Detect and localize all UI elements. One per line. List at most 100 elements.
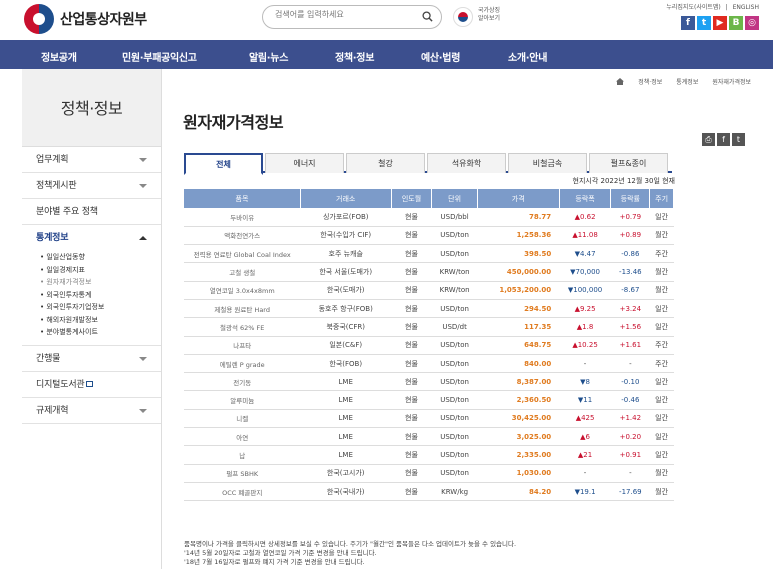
price-cell[interactable]: 2,360.50 xyxy=(477,390,560,410)
twitter-share-icon[interactable]: t xyxy=(732,133,745,146)
price-table-body: 두바이유 싱가포르(FOB) 현물 USD/bbl 78.77 ▲0.62 +0.79 일간 액… xyxy=(184,208,674,502)
blog-icon[interactable]: B xyxy=(729,16,743,30)
price-cell[interactable]: 1,053,200.00 xyxy=(477,281,560,300)
submenu-item-raw-material-prices[interactable]: 원자재가격정보 xyxy=(40,276,161,289)
table-row: 제철용 원료탄 Hard 동호주 항구(FOB) 현물 USD/ton 294.50 ▲9… xyxy=(184,299,674,319)
youtube-icon[interactable]: ▶ xyxy=(713,16,727,30)
delivery-cell: 현물 xyxy=(391,336,432,355)
item-name-cell[interactable]: 전력용 연료탄 Global Coal Index xyxy=(184,244,301,264)
item-name-cell[interactable]: 니켈 xyxy=(184,409,301,429)
submenu-item-stat-sites[interactable]: 분야별통계사이트 xyxy=(40,326,161,339)
delivery-cell: 현물 xyxy=(391,445,432,465)
breadcrumb-item[interactable]: 정책·정보 xyxy=(638,77,662,86)
price-cell[interactable]: 398.50 xyxy=(477,244,560,264)
instagram-icon[interactable]: ◎ xyxy=(745,16,759,30)
tab-nonferrous-metals[interactable]: 비철금속 xyxy=(508,153,587,173)
unit-cell: USD/ton xyxy=(431,427,478,447)
price-cell[interactable]: 294.50 xyxy=(477,299,560,319)
site-logo[interactable]: 산업통상자원부 xyxy=(24,4,147,34)
tab-steel[interactable]: 철강 xyxy=(346,153,425,173)
item-name-cell[interactable]: 전기동 xyxy=(184,372,301,392)
tab-pulp-paper[interactable]: 펄프&종이 xyxy=(589,153,668,173)
home-icon[interactable] xyxy=(616,78,625,85)
change-cell: ▲11.08 xyxy=(559,226,611,246)
facebook-icon[interactable]: f xyxy=(681,16,695,30)
price-cell[interactable]: 2,335.00 xyxy=(477,445,560,465)
item-name-cell[interactable]: 고철 생철 xyxy=(184,262,301,282)
submenu-item-foreign-investment-firms[interactable]: 외국인투자기업정보 xyxy=(40,301,161,314)
change-cell: ▲0.62 xyxy=(559,208,611,227)
period-cell: 일간 xyxy=(649,372,674,392)
national-flag-icon[interactable] xyxy=(453,7,473,27)
delivery-cell: 현물 xyxy=(391,226,432,246)
item-name-cell[interactable]: 열연코일 3.0x4x8mm xyxy=(184,281,301,300)
sidebar-item-publications[interactable]: 간행물 xyxy=(22,346,161,372)
period-cell: 월간 xyxy=(649,482,674,502)
nav-item-news[interactable]: 알림·뉴스 xyxy=(249,49,288,64)
item-name-cell[interactable]: 제철용 원료탄 Hard xyxy=(184,299,301,319)
price-cell[interactable]: 78.77 xyxy=(477,208,560,227)
english-link[interactable]: ENGLISH xyxy=(733,4,759,11)
twitter-icon[interactable]: t xyxy=(697,16,711,30)
price-cell[interactable]: 117.35 xyxy=(477,317,560,337)
table-row: 전력용 연료탄 Global Coal Index 호주 뉴캐슬 현물 USD/ton… xyxy=(184,244,674,264)
item-name-cell[interactable]: 나프타 xyxy=(184,336,301,355)
print-icon[interactable]: ⎙ xyxy=(702,133,715,146)
search-icon[interactable] xyxy=(422,11,433,22)
table-row: 전기동 LME 현물 USD/ton 8,387.00 ▼8 -0.10 일간 xyxy=(184,372,674,392)
price-cell[interactable]: 450,000.00 xyxy=(477,262,560,282)
item-name-cell[interactable]: 철광석 62% FE xyxy=(184,317,301,337)
site-header: 산업통상자원부 국가상징 알아보기 누리집지도(사이트맵) | ENGLISH … xyxy=(0,0,773,40)
breadcrumb-item[interactable]: 통계정보 xyxy=(676,77,698,86)
price-cell[interactable]: 3,025.00 xyxy=(477,427,560,447)
search-input[interactable] xyxy=(275,10,415,19)
sidebar-item-key-policies[interactable]: 분야별 주요 정책 xyxy=(22,199,161,225)
price-cell[interactable]: 30,425.00 xyxy=(477,409,560,429)
change-cell: - xyxy=(559,354,611,374)
rate-cell: +1.56 xyxy=(610,317,650,337)
item-name-cell[interactable]: OCC 폐골판지 xyxy=(184,482,301,502)
table-row: 나프타 일본(C&F) 현물 USD/ton 648.75 ▲10.25 +1.61 주간 xyxy=(184,336,674,355)
national-symbol-link[interactable]: 국가상징 알아보기 xyxy=(478,7,500,23)
sidebar-item-digital-library[interactable]: 디지털도서관 xyxy=(22,372,161,398)
item-name-cell[interactable]: 아연 xyxy=(184,427,301,447)
period-cell: 주간 xyxy=(649,336,674,355)
rate-cell: +0.89 xyxy=(610,226,650,246)
item-name-cell[interactable]: 두바이유 xyxy=(184,208,301,227)
nav-item-disclosure[interactable]: 정보공개 xyxy=(41,49,77,64)
item-name-cell[interactable]: 펄프 SBHK xyxy=(184,464,301,483)
nav-item-petition[interactable]: 민원·부패공익신고 xyxy=(122,49,197,64)
item-name-cell[interactable]: 액화천연가스 xyxy=(184,226,301,246)
sidebar-item-work-plan[interactable]: 업무계획 xyxy=(22,147,161,173)
submenu-item-daily-industry[interactable]: 일일산업동향 xyxy=(40,251,161,264)
nav-item-about[interactable]: 소개·안내 xyxy=(508,49,547,64)
nav-item-budget[interactable]: 예산·법령 xyxy=(421,49,460,64)
item-name-cell[interactable]: 납 xyxy=(184,445,301,465)
sidebar-item-label: 규제개혁 xyxy=(36,405,69,416)
tab-all[interactable]: 전체 xyxy=(184,153,263,175)
column-header: 품목 xyxy=(184,189,301,208)
chevron-down-icon xyxy=(139,184,147,188)
price-cell[interactable]: 648.75 xyxy=(477,336,560,355)
sidebar-item-statistics[interactable]: 통계정보 xyxy=(22,225,161,251)
item-name-cell[interactable]: 에틸렌 P grade xyxy=(184,354,301,374)
submenu-item-foreign-investment-stats[interactable]: 외국인투자통계 xyxy=(40,289,161,302)
main-nav: 정보공개 민원·부패공익신고 알림·뉴스 정책·정보 예산·법령 소개·안내 xyxy=(0,40,773,69)
price-cell[interactable]: 1,258.36 xyxy=(477,226,560,246)
tab-petrochemical[interactable]: 석유화학 xyxy=(427,153,506,173)
sitemap-link[interactable]: 누리집지도(사이트맵) xyxy=(666,4,720,11)
price-cell[interactable]: 8,387.00 xyxy=(477,372,560,392)
sidebar-item-policy-board[interactable]: 정책게시판 xyxy=(22,173,161,199)
sidebar-item-regulation-reform[interactable]: 규제개혁 xyxy=(22,398,161,424)
price-cell[interactable]: 84.20 xyxy=(477,482,560,502)
item-name-cell[interactable]: 알루미늄 xyxy=(184,390,301,410)
facebook-share-icon[interactable]: f xyxy=(717,133,730,146)
tab-energy[interactable]: 에너지 xyxy=(265,153,344,173)
exchange-cell: 한국 서울(도매가) xyxy=(300,262,391,282)
exchange-cell: LME xyxy=(300,427,391,447)
submenu-item-daily-economy[interactable]: 일일경제지표 xyxy=(40,264,161,277)
nav-item-policy[interactable]: 정책·정보 xyxy=(335,49,374,64)
submenu-item-overseas-resources[interactable]: 해외자원개발정보 xyxy=(40,314,161,327)
price-cell[interactable]: 840.00 xyxy=(477,354,560,374)
price-cell[interactable]: 1,030.00 xyxy=(477,464,560,483)
